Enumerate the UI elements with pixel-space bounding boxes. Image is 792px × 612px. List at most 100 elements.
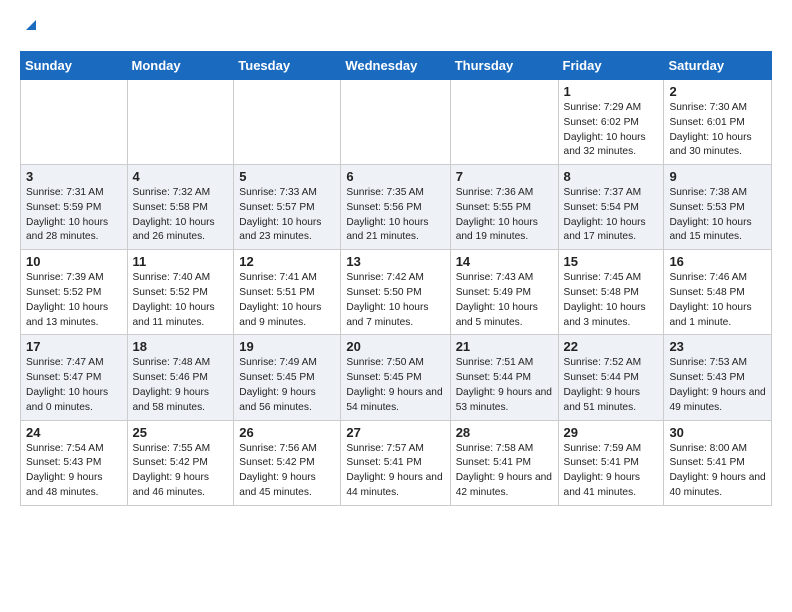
day-number: 1	[564, 84, 659, 99]
day-number: 30	[669, 425, 766, 440]
day-number: 3	[26, 169, 122, 184]
calendar-header-row: SundayMondayTuesdayWednesdayThursdayFrid…	[21, 52, 772, 80]
calendar-week-row: 1 Sunrise: 7:29 AM Sunset: 6:02 PM Daylig…	[21, 80, 772, 165]
calendar-cell: 10 Sunrise: 7:39 AM Sunset: 5:52 PM Dayli…	[21, 250, 128, 335]
calendar-cell: 17 Sunrise: 7:47 AM Sunset: 5:47 PM Dayli…	[21, 335, 128, 420]
day-detail: Sunrise: 7:58 AM Sunset: 5:41 PM Dayligh…	[456, 442, 553, 501]
calendar-cell: 13 Sunrise: 7:42 AM Sunset: 5:50 PM Dayli…	[341, 250, 450, 335]
day-number: 19	[239, 339, 335, 354]
calendar-cell: 29 Sunrise: 7:59 AM Sunset: 5:41 PM Dayli…	[558, 420, 664, 505]
day-detail: Sunrise: 7:45 AM Sunset: 5:48 PM Dayligh…	[564, 271, 659, 330]
day-number: 20	[346, 339, 444, 354]
calendar-cell: 18 Sunrise: 7:48 AM Sunset: 5:46 PM Dayli…	[127, 335, 234, 420]
day-number: 6	[346, 169, 444, 184]
calendar-cell: 15 Sunrise: 7:45 AM Sunset: 5:48 PM Dayli…	[558, 250, 664, 335]
day-number: 17	[26, 339, 122, 354]
day-number: 14	[456, 254, 553, 269]
day-number: 22	[564, 339, 659, 354]
day-number: 8	[564, 169, 659, 184]
day-detail: Sunrise: 7:30 AM Sunset: 6:01 PM Dayligh…	[669, 101, 766, 160]
day-detail: Sunrise: 7:46 AM Sunset: 5:48 PM Dayligh…	[669, 271, 766, 330]
day-number: 12	[239, 254, 335, 269]
day-detail: Sunrise: 8:00 AM Sunset: 5:41 PM Dayligh…	[669, 442, 766, 501]
calendar-cell: 20 Sunrise: 7:50 AM Sunset: 5:45 PM Dayli…	[341, 335, 450, 420]
calendar-cell	[21, 80, 128, 165]
day-detail: Sunrise: 7:53 AM Sunset: 5:43 PM Dayligh…	[669, 356, 766, 415]
day-number: 27	[346, 425, 444, 440]
day-number: 29	[564, 425, 659, 440]
day-detail: Sunrise: 7:32 AM Sunset: 5:58 PM Dayligh…	[133, 186, 229, 245]
calendar-cell: 28 Sunrise: 7:58 AM Sunset: 5:41 PM Dayli…	[450, 420, 558, 505]
day-detail: Sunrise: 7:42 AM Sunset: 5:50 PM Dayligh…	[346, 271, 444, 330]
day-number: 10	[26, 254, 122, 269]
calendar-cell: 14 Sunrise: 7:43 AM Sunset: 5:49 PM Dayli…	[450, 250, 558, 335]
day-detail: Sunrise: 7:56 AM Sunset: 5:42 PM Dayligh…	[239, 442, 335, 501]
calendar-cell: 2 Sunrise: 7:30 AM Sunset: 6:01 PM Daylig…	[664, 80, 772, 165]
day-detail: Sunrise: 7:49 AM Sunset: 5:45 PM Dayligh…	[239, 356, 335, 415]
day-detail: Sunrise: 7:33 AM Sunset: 5:57 PM Dayligh…	[239, 186, 335, 245]
day-number: 24	[26, 425, 122, 440]
header	[20, 16, 772, 39]
day-detail: Sunrise: 7:43 AM Sunset: 5:49 PM Dayligh…	[456, 271, 553, 330]
calendar-cell: 12 Sunrise: 7:41 AM Sunset: 5:51 PM Dayli…	[234, 250, 341, 335]
day-detail: Sunrise: 7:38 AM Sunset: 5:53 PM Dayligh…	[669, 186, 766, 245]
calendar-table: SundayMondayTuesdayWednesdayThursdayFrid…	[20, 51, 772, 506]
calendar-cell: 9 Sunrise: 7:38 AM Sunset: 5:53 PM Daylig…	[664, 165, 772, 250]
calendar-cell: 11 Sunrise: 7:40 AM Sunset: 5:52 PM Dayli…	[127, 250, 234, 335]
calendar-header-friday: Friday	[558, 52, 664, 80]
day-detail: Sunrise: 7:51 AM Sunset: 5:44 PM Dayligh…	[456, 356, 553, 415]
calendar-cell: 24 Sunrise: 7:54 AM Sunset: 5:43 PM Dayli…	[21, 420, 128, 505]
calendar-week-row: 3 Sunrise: 7:31 AM Sunset: 5:59 PM Daylig…	[21, 165, 772, 250]
day-number: 11	[133, 254, 229, 269]
day-number: 15	[564, 254, 659, 269]
day-number: 4	[133, 169, 229, 184]
day-number: 28	[456, 425, 553, 440]
day-detail: Sunrise: 7:40 AM Sunset: 5:52 PM Dayligh…	[133, 271, 229, 330]
calendar-cell: 16 Sunrise: 7:46 AM Sunset: 5:48 PM Dayli…	[664, 250, 772, 335]
calendar-cell	[234, 80, 341, 165]
day-detail: Sunrise: 7:50 AM Sunset: 5:45 PM Dayligh…	[346, 356, 444, 415]
calendar-week-row: 10 Sunrise: 7:39 AM Sunset: 5:52 PM Dayli…	[21, 250, 772, 335]
day-number: 13	[346, 254, 444, 269]
day-number: 2	[669, 84, 766, 99]
calendar-cell: 23 Sunrise: 7:53 AM Sunset: 5:43 PM Dayli…	[664, 335, 772, 420]
day-detail: Sunrise: 7:52 AM Sunset: 5:44 PM Dayligh…	[564, 356, 659, 415]
day-detail: Sunrise: 7:29 AM Sunset: 6:02 PM Dayligh…	[564, 101, 659, 160]
calendar-cell	[341, 80, 450, 165]
day-detail: Sunrise: 7:54 AM Sunset: 5:43 PM Dayligh…	[26, 442, 122, 501]
day-detail: Sunrise: 7:55 AM Sunset: 5:42 PM Dayligh…	[133, 442, 229, 501]
day-number: 18	[133, 339, 229, 354]
calendar-cell: 27 Sunrise: 7:57 AM Sunset: 5:41 PM Dayli…	[341, 420, 450, 505]
day-detail: Sunrise: 7:31 AM Sunset: 5:59 PM Dayligh…	[26, 186, 122, 245]
calendar-week-row: 24 Sunrise: 7:54 AM Sunset: 5:43 PM Dayli…	[21, 420, 772, 505]
calendar-cell: 25Sunrise: 7:55 AM Sunset: 5:42 PM Dayli…	[127, 420, 234, 505]
day-number: 7	[456, 169, 553, 184]
calendar-cell: 30 Sunrise: 8:00 AM Sunset: 5:41 PM Dayli…	[664, 420, 772, 505]
day-detail: Sunrise: 7:47 AM Sunset: 5:47 PM Dayligh…	[26, 356, 122, 415]
day-detail: Sunrise: 7:39 AM Sunset: 5:52 PM Dayligh…	[26, 271, 122, 330]
day-detail: Sunrise: 7:48 AM Sunset: 5:46 PM Dayligh…	[133, 356, 229, 415]
day-detail: Sunrise: 7:59 AM Sunset: 5:41 PM Dayligh…	[564, 442, 659, 501]
day-detail: Sunrise: 7:41 AM Sunset: 5:51 PM Dayligh…	[239, 271, 335, 330]
calendar-cell: 7 Sunrise: 7:36 AM Sunset: 5:55 PM Daylig…	[450, 165, 558, 250]
calendar-cell: 22 Sunrise: 7:52 AM Sunset: 5:44 PM Dayli…	[558, 335, 664, 420]
calendar-header-thursday: Thursday	[450, 52, 558, 80]
day-detail: Sunrise: 7:57 AM Sunset: 5:41 PM Dayligh…	[346, 442, 444, 501]
page: SundayMondayTuesdayWednesdayThursdayFrid…	[0, 0, 792, 522]
calendar-cell: 5Sunrise: 7:33 AM Sunset: 5:57 PM Daylig…	[234, 165, 341, 250]
logo-triangle-icon	[22, 16, 40, 34]
calendar-cell: 3 Sunrise: 7:31 AM Sunset: 5:59 PM Daylig…	[21, 165, 128, 250]
day-number: 26	[239, 425, 335, 440]
calendar-cell: 21 Sunrise: 7:51 AM Sunset: 5:44 PM Dayli…	[450, 335, 558, 420]
calendar-cell	[127, 80, 234, 165]
calendar-header-saturday: Saturday	[664, 52, 772, 80]
day-number: 9	[669, 169, 766, 184]
calendar-header-monday: Monday	[127, 52, 234, 80]
day-detail: Sunrise: 7:37 AM Sunset: 5:54 PM Dayligh…	[564, 186, 659, 245]
day-detail: Sunrise: 7:36 AM Sunset: 5:55 PM Dayligh…	[456, 186, 553, 245]
day-detail: Sunrise: 7:35 AM Sunset: 5:56 PM Dayligh…	[346, 186, 444, 245]
day-number: 16	[669, 254, 766, 269]
day-number: 21	[456, 339, 553, 354]
day-number: 23	[669, 339, 766, 354]
calendar-cell: 19 Sunrise: 7:49 AM Sunset: 5:45 PM Dayli…	[234, 335, 341, 420]
